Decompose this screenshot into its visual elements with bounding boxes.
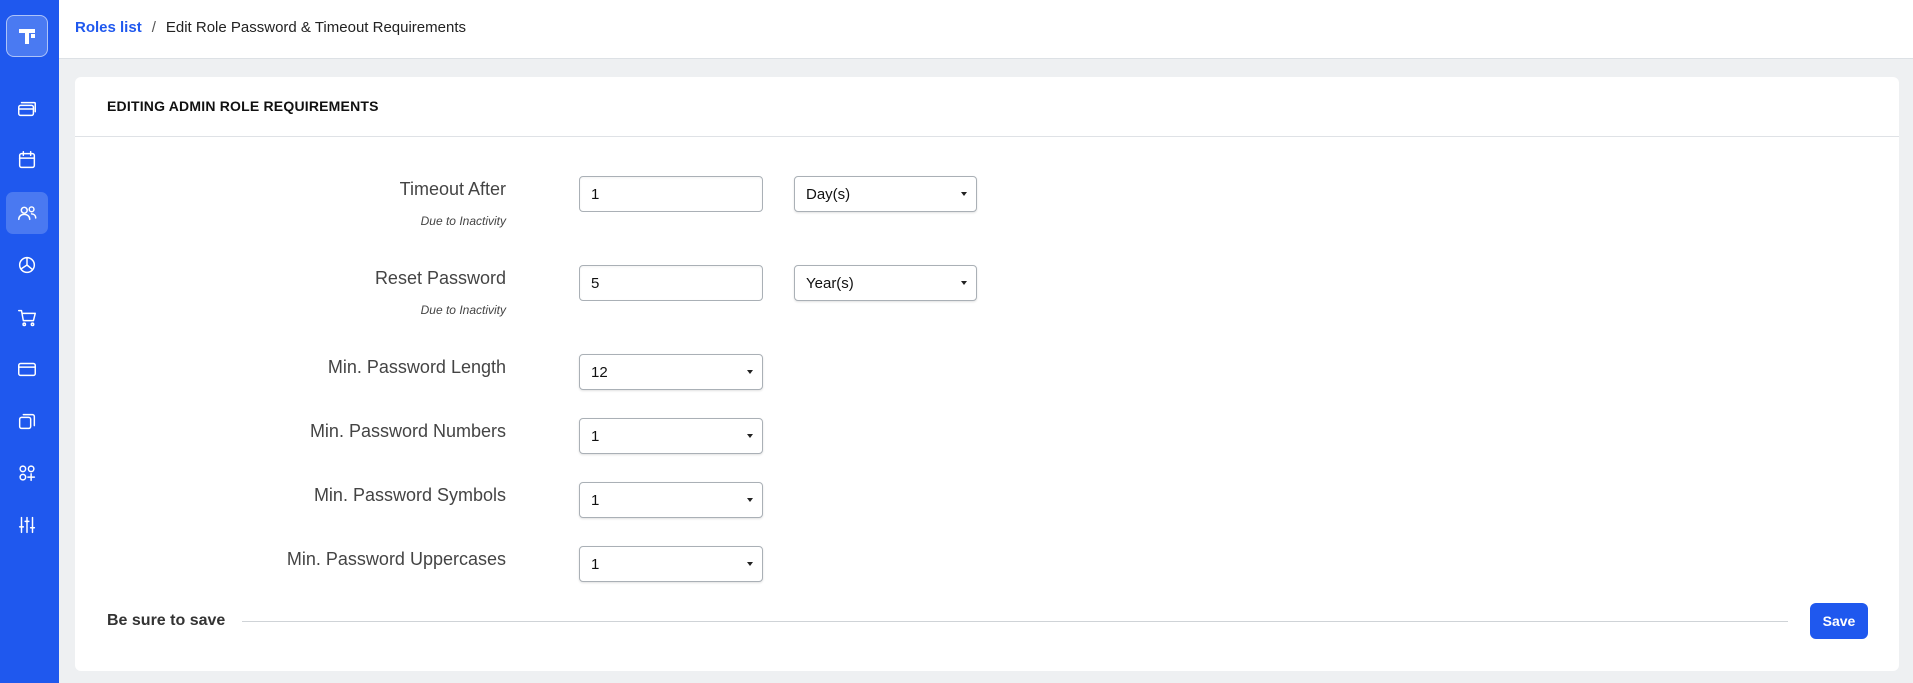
- app-logo-icon[interactable]: [6, 15, 48, 57]
- caret-down-icon: [747, 434, 753, 438]
- caret-down-icon: [961, 281, 967, 285]
- reset-password-value-input[interactable]: 5: [579, 265, 763, 301]
- users-icon[interactable]: [6, 192, 48, 234]
- min-length-label: Min. Password Length: [327, 357, 506, 377]
- min-uppercases-select[interactable]: 1: [579, 546, 763, 582]
- sidebar: [0, 0, 59, 683]
- min-length-select[interactable]: 12: [579, 354, 763, 390]
- caret-down-icon: [747, 498, 753, 502]
- credit-card-icon[interactable]: [6, 348, 48, 390]
- save-reminder: Be sure to save: [107, 612, 226, 629]
- cart-icon[interactable]: [6, 296, 48, 338]
- calendar-icon[interactable]: [6, 139, 48, 181]
- min-uppercases-value: 1: [591, 556, 600, 573]
- timeout-unit-value: Day(s): [806, 186, 851, 203]
- breadcrumb-current: Edit Role Password & Timeout Requirement…: [165, 19, 466, 36]
- min-numbers-label: Min. Password Numbers: [309, 421, 506, 441]
- breadcrumb: Roles list / Edit Role Password & Timeou…: [75, 19, 466, 36]
- top-bar: Roles list / Edit Role Password & Timeou…: [59, 0, 1913, 59]
- apps-add-icon[interactable]: [6, 452, 48, 494]
- timeout-unit-select[interactable]: Day(s): [794, 176, 977, 212]
- min-length-value: 12: [591, 364, 608, 381]
- copy-icon[interactable]: [6, 400, 48, 442]
- reset-password-unit-value: Year(s): [806, 275, 854, 292]
- card-header: EDITING ADMIN ROLE REQUIREMENTS: [75, 77, 1899, 137]
- breadcrumb-roles-list-link[interactable]: Roles list: [75, 19, 142, 36]
- breadcrumb-separator: /: [151, 19, 156, 36]
- reset-password-unit-select[interactable]: Year(s): [794, 265, 977, 301]
- cards-icon[interactable]: [6, 88, 48, 130]
- min-uppercases-label: Min. Password Uppercases: [286, 549, 506, 569]
- sliders-icon[interactable]: [6, 504, 48, 546]
- pie-chart-icon[interactable]: [6, 244, 48, 286]
- min-symbols-label: Min. Password Symbols: [313, 485, 506, 505]
- min-symbols-select[interactable]: 1: [579, 482, 763, 518]
- role-requirements-card: EDITING ADMIN ROLE REQUIREMENTS Timeout …: [75, 77, 1899, 671]
- caret-down-icon: [747, 370, 753, 374]
- save-button[interactable]: Save: [1810, 603, 1868, 639]
- divider: [242, 621, 1788, 622]
- min-numbers-value: 1: [591, 428, 600, 445]
- reset-password-label: Reset Password: [374, 268, 506, 288]
- reset-password-sub-label: Due to Inactivity: [420, 303, 506, 317]
- caret-down-icon: [747, 562, 753, 566]
- min-numbers-select[interactable]: 1: [579, 418, 763, 454]
- min-symbols-value: 1: [591, 492, 600, 509]
- timeout-label: Timeout After: [399, 179, 506, 199]
- timeout-value-input[interactable]: 1: [579, 176, 763, 212]
- card-title: EDITING ADMIN ROLE REQUIREMENTS: [107, 98, 379, 114]
- caret-down-icon: [961, 192, 967, 196]
- timeout-sub-label: Due to Inactivity: [420, 214, 506, 228]
